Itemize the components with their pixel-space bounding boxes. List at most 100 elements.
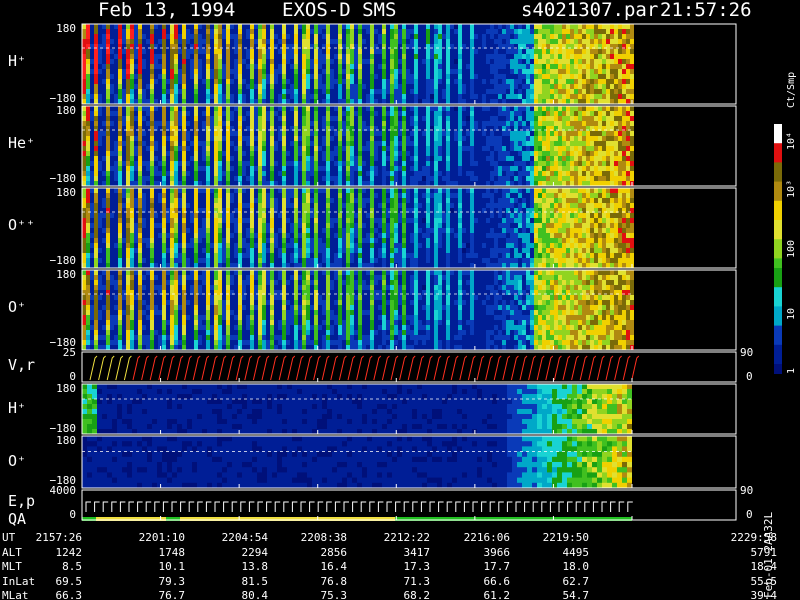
- spectrogram-cell: [338, 141, 342, 147]
- spectrogram-cell: [190, 64, 194, 70]
- spectrogram-cell: [338, 176, 342, 182]
- spectrogram-cell: [126, 84, 130, 90]
- spectrogram-cell: [498, 84, 502, 90]
- spectrogram-cell: [498, 136, 502, 142]
- spectrogram-cell: [134, 49, 138, 55]
- spectrogram-cell: [558, 49, 562, 55]
- spectrogram-cell: [446, 121, 450, 127]
- spectrogram-cell: [106, 136, 110, 142]
- spectrogram-cell: [330, 146, 334, 152]
- spectrogram-cell: [210, 176, 214, 182]
- spectrogram-cell: [122, 131, 126, 137]
- spectrogram-cell: [206, 44, 210, 50]
- spectrogram-cell: [270, 59, 274, 65]
- spectrogram-cell: [462, 141, 466, 147]
- spectrogram-cell: [562, 156, 566, 162]
- spectrogram-cell: [326, 59, 330, 65]
- spectrogram-cell: [334, 44, 338, 50]
- spectrogram-cell: [182, 161, 186, 167]
- spectrogram-cell: [150, 111, 154, 117]
- spectrogram-cell: [454, 94, 458, 100]
- spectrogram-cell: [430, 126, 434, 132]
- spectrogram-cell: [266, 171, 270, 177]
- spectrogram-cell: [334, 166, 338, 172]
- spectrogram-cell: [626, 146, 630, 152]
- spectrogram-cell: [130, 29, 134, 35]
- spectrogram-cell: [174, 116, 178, 122]
- spectrogram-cell: [350, 54, 354, 60]
- spectrogram-cell: [418, 59, 422, 65]
- spectrogram-cell: [438, 24, 442, 30]
- spectrogram-cell: [274, 84, 278, 90]
- spectrogram-cell: [438, 84, 442, 90]
- spectrogram-cell: [542, 111, 546, 117]
- spectrogram-cell: [338, 131, 342, 137]
- spectrogram-cell: [258, 106, 262, 112]
- spectrogram-cell: [590, 116, 594, 122]
- spectrogram-cell: [626, 59, 630, 65]
- spectrogram-cell: [610, 29, 614, 35]
- spectrogram-cell: [154, 94, 158, 100]
- header-date: Feb 13, 1994: [98, 0, 235, 21]
- spectrogram-cell: [130, 233, 134, 239]
- spectrogram-cell: [442, 136, 446, 142]
- spectrogram-cell: [346, 111, 350, 117]
- spectrogram-cell: [118, 253, 122, 259]
- spectrogram-cell: [98, 156, 102, 162]
- spectrogram-cell: [414, 106, 418, 112]
- spectrogram-cell: [90, 238, 94, 244]
- spectrogram-cell: [430, 171, 434, 177]
- spectrogram-cell: [386, 146, 390, 152]
- spectrogram-cell: [438, 151, 442, 157]
- spectrogram-cell: [442, 54, 446, 60]
- spectrogram-cell: [114, 106, 118, 112]
- spectrogram-cell: [190, 228, 194, 234]
- spectrogram-cell: [478, 106, 482, 112]
- spectrogram-cell: [334, 176, 338, 182]
- spectrogram-cell: [406, 151, 410, 157]
- spectrogram-cell: [402, 39, 406, 45]
- spectrogram-cell: [314, 24, 318, 30]
- spectrogram-cell: [202, 116, 206, 122]
- spectrogram-cell: [114, 84, 118, 90]
- spectrogram-cell: [522, 74, 526, 80]
- spectrogram-cell: [346, 146, 350, 152]
- spectrogram-cell: [98, 54, 102, 60]
- spectrogram-cell: [138, 176, 142, 182]
- spectrogram-cell: [114, 208, 118, 214]
- spectrogram-cell: [106, 44, 110, 50]
- spectrogram-cell: [630, 54, 634, 60]
- spectrogram-cell: [402, 54, 406, 60]
- spectrogram-cell: [590, 39, 594, 45]
- spectrogram-cell: [306, 116, 310, 122]
- spectrogram-cell: [382, 44, 386, 50]
- spectrogram-cell: [478, 116, 482, 122]
- spectrogram-cell: [594, 59, 598, 65]
- spectrogram-cell: [142, 213, 146, 219]
- spectrogram-cell: [554, 84, 558, 90]
- spectrogram-cell: [118, 64, 122, 70]
- spectrogram-cell: [198, 131, 202, 137]
- spectrogram-cell: [214, 193, 218, 199]
- spectrogram-cell: [250, 161, 254, 167]
- spectrogram-cell: [82, 69, 86, 75]
- spectrogram-cell: [130, 69, 134, 75]
- spectrogram-cell: [170, 131, 174, 137]
- spectrogram-cell: [366, 59, 370, 65]
- spectrogram-cell: [622, 151, 626, 157]
- spectrogram-cell: [410, 136, 414, 142]
- spectrogram-cell: [594, 34, 598, 40]
- spectrogram-cell: [246, 34, 250, 40]
- spectrogram-cell: [206, 136, 210, 142]
- spectrogram-cell: [126, 258, 130, 264]
- spectrogram-cell: [542, 84, 546, 90]
- spectrogram-cell: [86, 79, 90, 85]
- spectrogram-cell: [394, 94, 398, 100]
- spectrogram-cell: [162, 161, 166, 167]
- spectrogram-cell: [378, 156, 382, 162]
- spectrogram-cell: [578, 111, 582, 117]
- spectrogram-cell: [554, 79, 558, 85]
- spectrogram-cell: [546, 106, 550, 112]
- spectrogram-cell: [150, 89, 154, 95]
- spectrogram-cell: [214, 198, 218, 204]
